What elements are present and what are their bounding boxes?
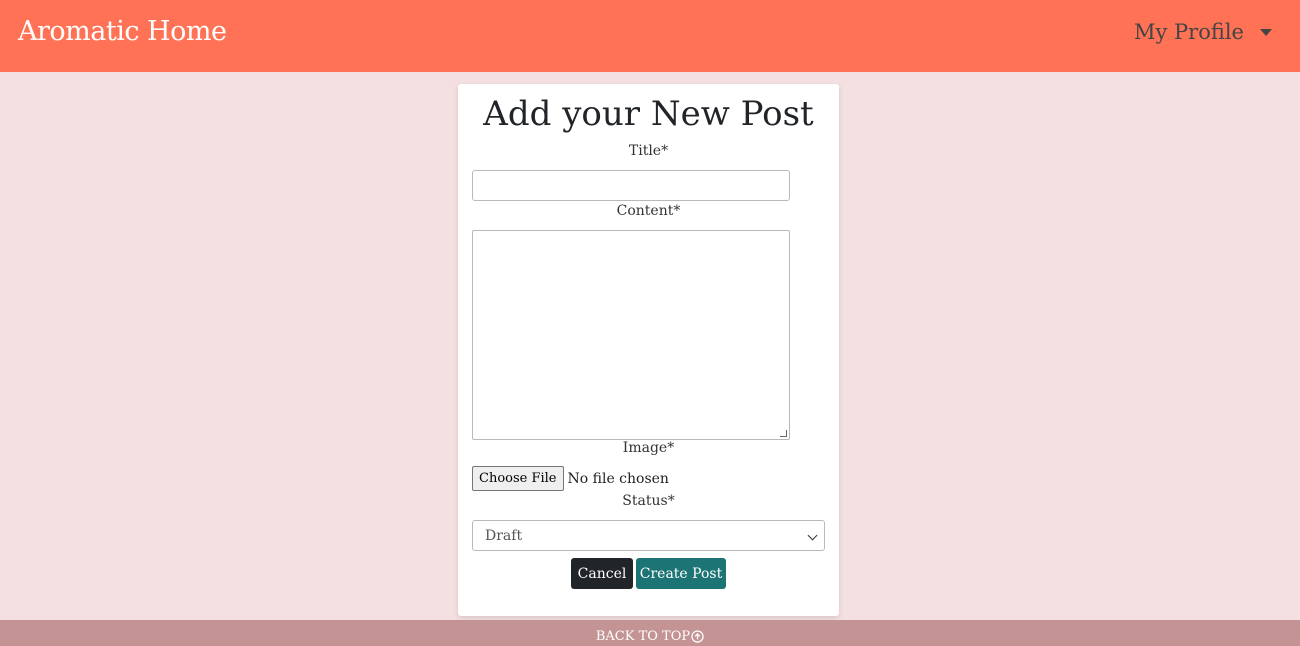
caret-down-icon bbox=[1260, 28, 1272, 36]
image-label: Image* bbox=[622, 440, 675, 456]
title-input[interactable] bbox=[472, 170, 790, 201]
navbar: Aromatic Home My Profile bbox=[0, 0, 1300, 72]
back-to-top-label: BACK TO TOP bbox=[595, 628, 691, 644]
file-status-text: No file chosen bbox=[567, 470, 669, 487]
create-post-button[interactable]: Create Post bbox=[636, 558, 726, 589]
page-title: Add your New Post bbox=[483, 94, 814, 134]
status-select[interactable]: Draft bbox=[472, 520, 825, 551]
image-file-input[interactable]: Choose File No file chosen bbox=[472, 466, 669, 491]
arrow-up-circle-icon bbox=[691, 629, 704, 643]
new-post-card: Add your New Post Title* Content* Image*… bbox=[458, 84, 839, 616]
cancel-button[interactable]: Cancel bbox=[571, 558, 633, 589]
chevron-down-icon bbox=[807, 530, 818, 541]
choose-file-button[interactable]: Choose File bbox=[472, 466, 564, 491]
my-profile-label: My Profile bbox=[1133, 20, 1244, 44]
my-profile-dropdown[interactable]: My Profile bbox=[1134, 20, 1272, 44]
back-to-top-link[interactable]: BACK TO TOP bbox=[596, 629, 704, 644]
resize-handle-icon[interactable] bbox=[780, 430, 787, 437]
status-selected-value: Draft bbox=[485, 527, 523, 544]
title-label: Title* bbox=[628, 143, 669, 159]
footer: BACK TO TOP bbox=[0, 620, 1300, 646]
status-label: Status* bbox=[622, 493, 675, 509]
content-label: Content* bbox=[616, 203, 681, 219]
content-textarea[interactable] bbox=[472, 230, 790, 440]
brand-link[interactable]: Aromatic Home bbox=[18, 16, 227, 47]
